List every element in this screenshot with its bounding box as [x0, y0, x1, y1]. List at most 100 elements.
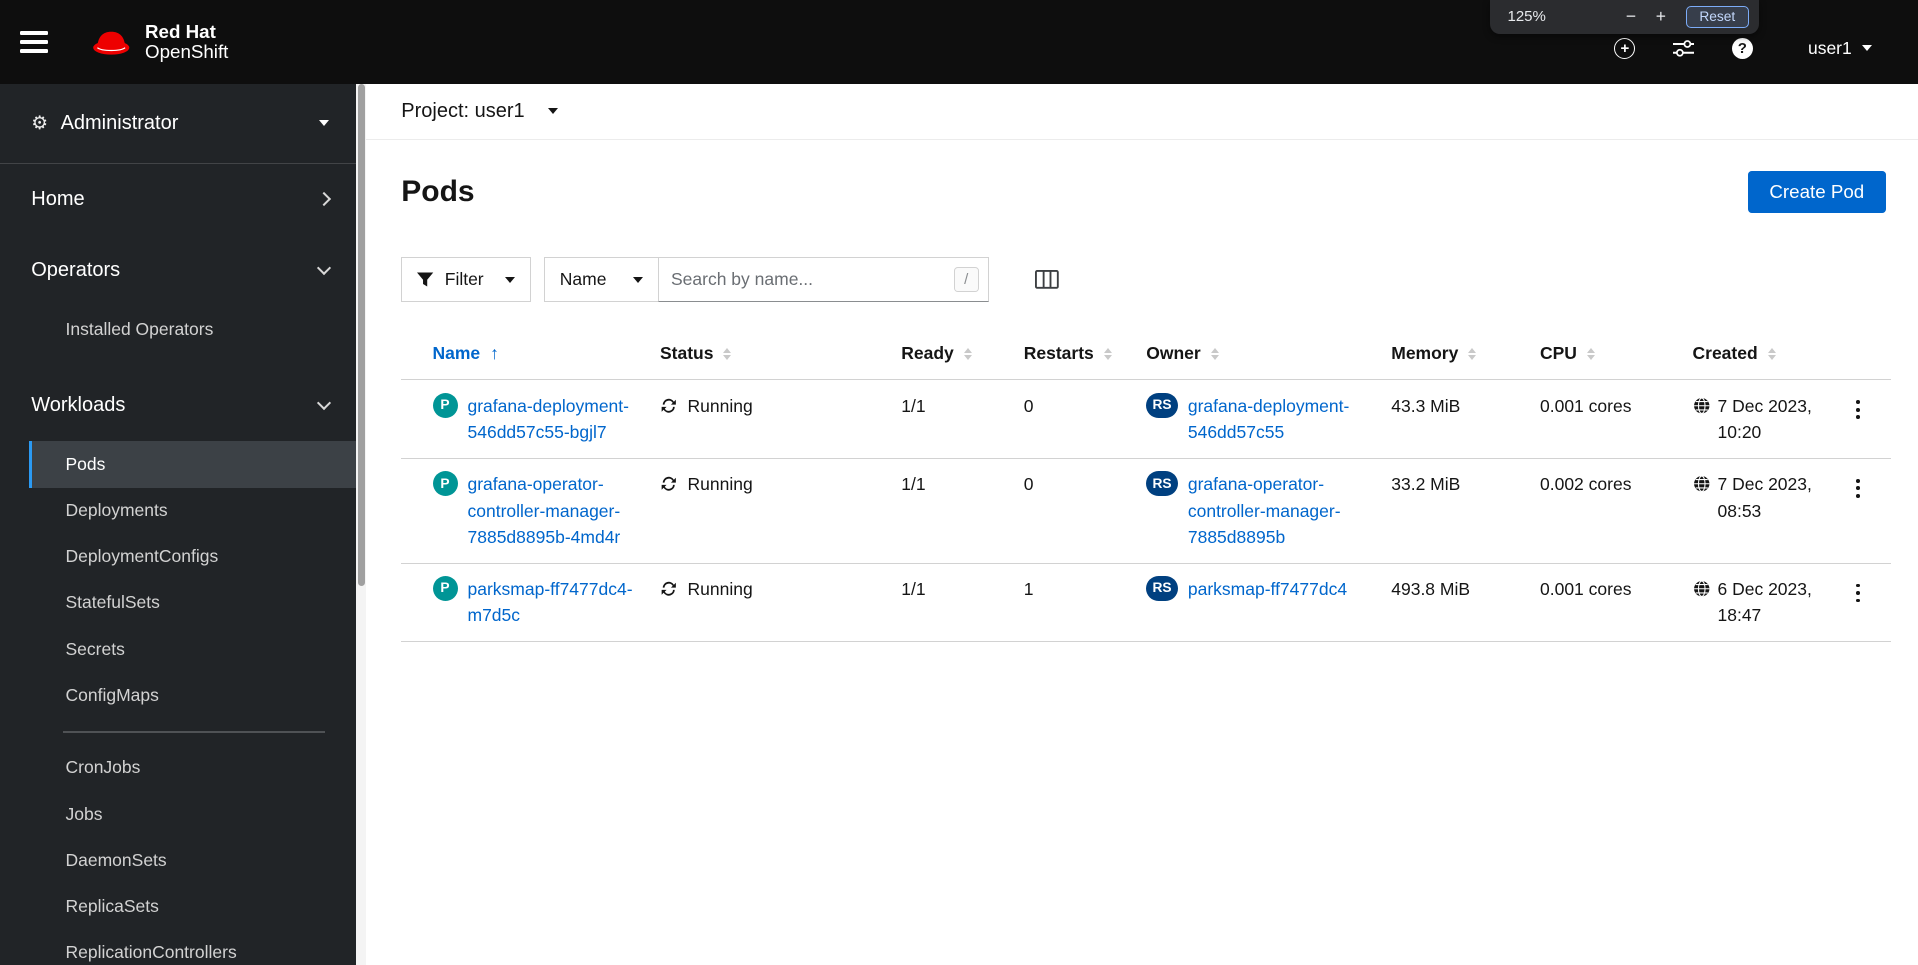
page-header: Pods Create Pod	[366, 140, 1918, 214]
pods-table-body: P grafana-deployment-546dd57c55-bgjl7 Ru…	[401, 379, 1892, 642]
page-title: Pods	[401, 175, 475, 209]
sidebar-item-replicationcontrollers[interactable]: ReplicationControllers	[29, 930, 357, 965]
zoom-reset-button[interactable]: Reset	[1685, 5, 1749, 28]
kebab-menu-button[interactable]	[1848, 394, 1869, 425]
column-header-cpu[interactable]: CPU	[1540, 343, 1595, 364]
pod-name-link[interactable]: grafana-deployment-546dd57c55-bgjl7	[468, 393, 651, 446]
sidebar-item-deployments[interactable]: Deployments	[29, 488, 357, 534]
column-label: CPU	[1540, 343, 1577, 364]
sidebar-item-pods[interactable]: Pods	[28, 441, 357, 488]
name-search-input[interactable]	[657, 257, 989, 302]
sidebar-item-cronjobs[interactable]: CronJobs	[29, 745, 357, 791]
chevron-down-icon	[316, 261, 331, 276]
column-header-ready[interactable]: Ready	[901, 343, 972, 364]
table-columns-icon	[1035, 270, 1059, 289]
column-header-memory[interactable]: Memory	[1391, 343, 1477, 364]
pod-badge: P	[432, 392, 458, 418]
column-label: Restarts	[1023, 343, 1094, 364]
pod-badge: P	[432, 471, 458, 497]
pod-restarts: 0	[1023, 458, 1147, 564]
column-label: Name	[432, 343, 481, 364]
sidebar-item-daemonsets[interactable]: DaemonSets	[29, 838, 357, 884]
settings-sliders-button[interactable]	[1672, 39, 1695, 58]
sidebar-group-home[interactable]: Home	[0, 164, 356, 235]
caret-down-icon	[318, 120, 329, 127]
create-pod-button[interactable]: Create Pod	[1748, 171, 1886, 214]
zoom-in-button[interactable]: +	[1646, 6, 1676, 27]
globe-icon	[1693, 580, 1711, 598]
kebab-menu-button[interactable]	[1848, 577, 1869, 608]
column-label: Memory	[1391, 343, 1459, 364]
manage-columns-button[interactable]	[1035, 270, 1059, 289]
owner-link[interactable]: grafana-deployment-546dd57c55	[1188, 393, 1381, 446]
sync-running-icon	[660, 397, 678, 415]
scrollbar-thumb[interactable]	[357, 83, 365, 587]
sidebar-item-statefulsets[interactable]: StatefulSets	[29, 580, 357, 626]
replicaset-badge: RS	[1146, 392, 1178, 418]
sidebar-scrollbar[interactable]	[356, 83, 367, 965]
filter-dropdown-label: Filter	[444, 269, 484, 289]
globe-icon	[1693, 475, 1711, 493]
pod-name-link[interactable]: parksmap-ff7477dc4-m7d5c	[468, 576, 651, 629]
question-circle-icon: ?	[1731, 37, 1753, 59]
pod-restarts: 0	[1023, 379, 1147, 459]
pod-name-link[interactable]: grafana-operator-controller-manager-7885…	[468, 471, 651, 550]
sidebar-item-configmaps[interactable]: ConfigMaps	[29, 673, 357, 719]
kebab-menu-button[interactable]	[1848, 473, 1869, 504]
sidebar-nav-item: Jobs	[29, 791, 357, 837]
sidebar-item-jobs[interactable]: Jobs	[29, 791, 357, 837]
sidebar-item-replicasets[interactable]: ReplicaSets	[29, 884, 357, 930]
project-selector[interactable]: Project: user1	[366, 84, 1918, 140]
sidebar-nav-item: Deployments	[29, 488, 357, 534]
column-header-owner[interactable]: Owner	[1146, 343, 1219, 364]
username: user1	[1807, 37, 1852, 58]
attribute-dropdown[interactable]: Name	[543, 257, 659, 302]
replicaset-badge: RS	[1146, 576, 1178, 601]
pod-memory: 33.2 MiB	[1391, 458, 1540, 564]
column-label: Ready	[901, 343, 954, 364]
sidebar-item-installed-operators[interactable]: Installed Operators	[29, 306, 357, 352]
pod-status: Running	[687, 474, 753, 495]
pod-cpu: 0.002 cores	[1540, 458, 1693, 564]
actions-column-header	[1847, 335, 1892, 381]
column-header-status[interactable]: Status	[660, 343, 732, 364]
layout: ⚙ Administrator Home Operators Installed…	[0, 83, 1918, 965]
sidebar-nav-item: ConfigMaps	[29, 673, 357, 719]
column-header-created[interactable]: Created	[1693, 343, 1776, 364]
nav-group-label: Operators	[31, 259, 121, 282]
pod-created: 6 Dec 2023, 18:47	[1717, 579, 1812, 626]
brand-line1: Red Hat	[145, 20, 216, 42]
column-header-name[interactable]: Name ↑	[433, 343, 499, 364]
pod-table-row: P grafana-deployment-546dd57c55-bgjl7 Ru…	[401, 379, 1892, 459]
zoom-out-button[interactable]: −	[1616, 6, 1646, 27]
operators-subnav: Installed Operators	[29, 306, 357, 352]
owner-link[interactable]: parksmap-ff7477dc4	[1188, 576, 1347, 602]
owner-link[interactable]: grafana-operator-controller-manager-7885…	[1188, 471, 1381, 550]
main-content: Project: user1 Pods Create Pod Filter Na…	[366, 83, 1918, 965]
hamburger-menu-button[interactable]	[20, 17, 70, 67]
sort-icon	[963, 347, 972, 360]
sidebar-nav-item: ReplicaSets	[29, 884, 357, 930]
column-header-restarts[interactable]: Restarts	[1024, 343, 1112, 364]
pod-created: 7 Dec 2023, 08:53	[1717, 474, 1812, 521]
toolbar: Filter Name /	[401, 257, 1918, 302]
user-menu[interactable]: user1	[1808, 38, 1872, 59]
perspective-switcher[interactable]: ⚙ Administrator	[0, 84, 357, 164]
quick-create-button[interactable]: +	[1614, 37, 1636, 59]
help-button[interactable]: ?	[1731, 37, 1753, 59]
sort-icon	[1103, 347, 1112, 360]
sidebar-group-operators[interactable]: Operators	[0, 235, 356, 306]
sync-running-icon	[660, 580, 678, 598]
pod-cpu: 0.001 cores	[1540, 563, 1693, 642]
pod-ready: 1/1	[901, 563, 1024, 642]
sidebar-nav-item: StatefulSets	[29, 580, 357, 626]
brand-line2: OpenShift	[145, 40, 229, 62]
slash-shortcut-hint: /	[953, 267, 979, 292]
pod-status: Running	[687, 395, 753, 416]
pod-table-row: P parksmap-ff7477dc4-m7d5c Running 1/1 1…	[401, 563, 1892, 642]
sidebar-group-workloads[interactable]: Workloads	[0, 370, 356, 441]
sidebar-nav-item: DeploymentConfigs	[29, 534, 357, 580]
filter-dropdown[interactable]: Filter	[401, 257, 532, 302]
sidebar-item-secrets[interactable]: Secrets	[29, 626, 357, 672]
sidebar-item-deploymentconfigs[interactable]: DeploymentConfigs	[29, 534, 357, 580]
